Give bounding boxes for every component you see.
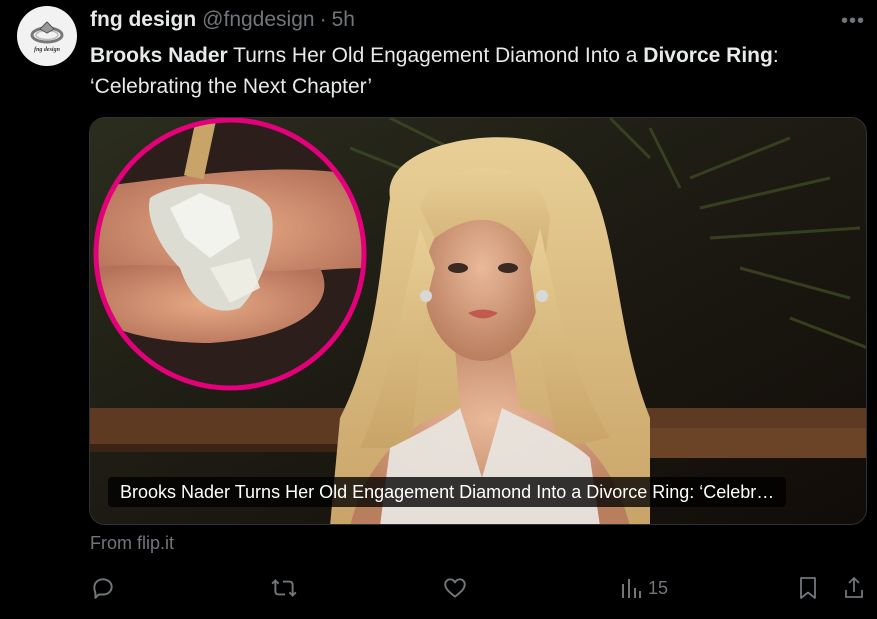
- views-button[interactable]: 15: [620, 570, 668, 606]
- repost-button[interactable]: [270, 570, 298, 606]
- separator-dot: ·: [319, 8, 327, 31]
- timestamp[interactable]: 5h: [332, 8, 355, 32]
- card-image: [90, 118, 866, 524]
- ring-logo-icon: [30, 20, 64, 43]
- avatar-text: fng design: [34, 46, 60, 53]
- display-name[interactable]: fng design: [90, 8, 196, 32]
- tweet-actions: 15: [0, 570, 877, 606]
- user-handle[interactable]: @fngdesign: [202, 8, 314, 32]
- repost-icon: [271, 579, 297, 597]
- card-source[interactable]: From flip.it: [90, 533, 174, 554]
- tweet-text-bold-phrase: Divorce Ring: [643, 44, 773, 67]
- share-icon: [845, 576, 863, 598]
- views-bar-icon: [622, 579, 641, 598]
- card-title: Brooks Nader Turns Her Old Engagement Di…: [108, 477, 787, 507]
- reply-button[interactable]: [90, 570, 116, 606]
- tweet-text-line2: ‘Celebrating the Next Chapter’: [90, 75, 373, 98]
- tweet-text: Brooks Nader Turns Her Old Engagement Di…: [90, 40, 860, 102]
- more-options-icon[interactable]: •••: [838, 8, 868, 34]
- tweet-text-part: Turns Her Old Engagement Diamond Into a: [227, 44, 644, 67]
- share-button[interactable]: [842, 570, 866, 606]
- link-card[interactable]: Brooks Nader Turns Her Old Engagement Di…: [89, 117, 867, 525]
- reply-icon: [93, 578, 113, 599]
- tweet-text-bold-name: Brooks Nader: [90, 44, 228, 67]
- bookmark-icon: [800, 577, 816, 599]
- views-count: 15: [648, 577, 669, 598]
- avatar[interactable]: fng design: [17, 6, 77, 66]
- bookmark-button[interactable]: [796, 570, 820, 606]
- like-button[interactable]: [442, 570, 468, 606]
- heart-icon: [444, 578, 466, 598]
- tweet-header: fng design @fngdesign · 5h: [90, 8, 355, 34]
- tweet-text-colon: :: [772, 44, 779, 67]
